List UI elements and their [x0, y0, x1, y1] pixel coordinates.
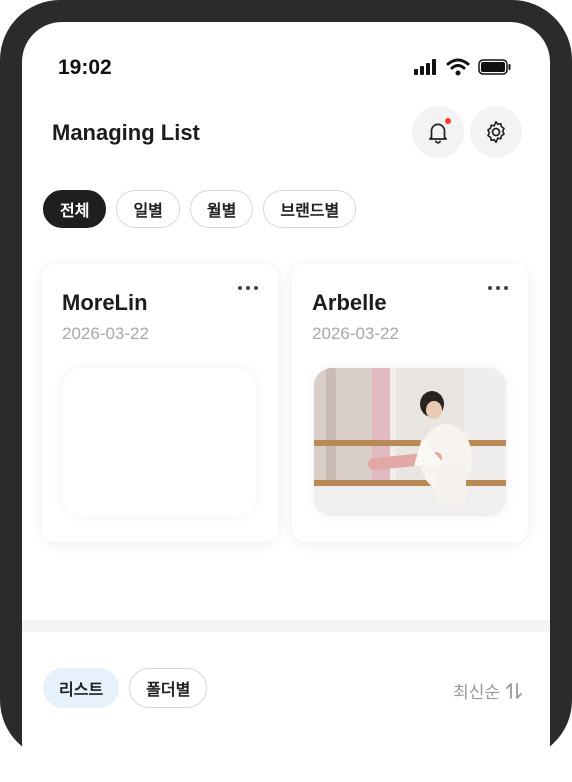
notification-badge: [445, 118, 451, 124]
notifications-button[interactable]: [412, 106, 464, 158]
view-mode-tabs: 리스트 폴더별: [43, 668, 208, 708]
more-options-icon[interactable]: [488, 286, 508, 290]
filter-all[interactable]: 전체: [43, 190, 107, 228]
filter-daily[interactable]: 일별: [116, 190, 180, 228]
card-date: 2026-03-22: [62, 324, 149, 343]
brand-card-morelin[interactable]: MoreLin 2026-03-22: [42, 264, 278, 542]
wifi-icon: [446, 58, 470, 76]
card-thumbnail-photo: [314, 368, 506, 516]
page-title: Managing List: [52, 120, 200, 145]
tab-by-folder[interactable]: 폴더별: [129, 668, 208, 708]
sort-label: 최신순: [453, 683, 500, 703]
filter-chips: 전체 일별 월별 브랜드별: [43, 190, 357, 228]
filter-by-brand[interactable]: 브랜드별: [263, 190, 357, 228]
tab-list[interactable]: 리스트: [43, 668, 120, 708]
gear-icon: [487, 120, 505, 144]
sort-arrows-icon: [506, 682, 522, 699]
sort-button[interactable]: 최신순: [453, 678, 524, 703]
card-date: 2026-03-22: [312, 324, 399, 343]
card-title: MoreLin: [62, 290, 148, 315]
battery-icon: [478, 59, 511, 75]
brand-card-arbelle[interactable]: Arbelle 2026-03-22: [292, 264, 528, 542]
more-options-icon[interactable]: [238, 286, 258, 290]
section-divider: [22, 620, 550, 632]
status-time: 19:02: [58, 56, 112, 79]
ballet-photo: [314, 368, 506, 516]
settings-button[interactable]: [470, 106, 522, 158]
card-title: Arbelle: [312, 290, 387, 315]
status-icons: [414, 58, 512, 76]
app-screen: 19:02 Managing List 전체 일별 월별 브랜드별 MoreLi…: [22, 22, 550, 782]
cellular-signal-icon: [414, 59, 436, 75]
filter-monthly[interactable]: 월별: [189, 190, 254, 228]
card-thumbnail-empty: [62, 368, 256, 516]
